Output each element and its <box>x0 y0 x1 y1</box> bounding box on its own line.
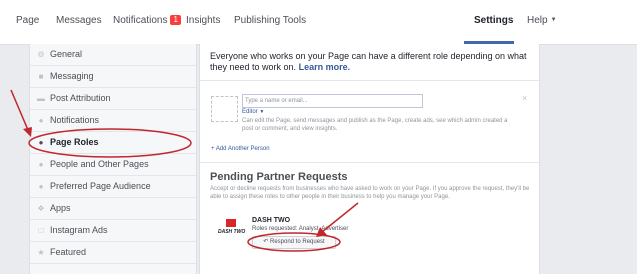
nav-publishing-tools[interactable]: Publishing Tools <box>234 15 306 26</box>
sidebar-item-label: Preferred Page Audience <box>50 181 151 191</box>
sidebar-item-notifications[interactable]: ● Notifications <box>30 110 196 132</box>
nav-help[interactable]: Help ▼ <box>527 15 557 26</box>
nav-settings-label: Settings <box>474 15 514 26</box>
apps-icon: ❖ <box>37 204 45 213</box>
nav-settings[interactable]: Settings <box>464 0 514 44</box>
sidebar-item-messaging[interactable]: ■ Messaging <box>30 66 196 88</box>
page-roles-panel: Everyone who works on your Page can have… <box>199 44 540 274</box>
people-icon: ● <box>38 160 44 169</box>
nav-messages[interactable]: Messages <box>56 15 102 26</box>
sidebar-item-label: General <box>50 49 83 59</box>
sidebar-item-page-roles[interactable]: ● Page Roles <box>30 132 196 154</box>
flag-icon: ▬ <box>37 94 45 103</box>
close-icon[interactable]: × <box>522 93 527 103</box>
sidebar-item-label: Featured <box>50 247 87 257</box>
caret-down-icon: ▼ <box>550 17 557 23</box>
divider <box>200 162 539 163</box>
page-roles-intro: Everyone who works on your Page can have… <box>210 51 535 73</box>
notification-count-badge: 1 <box>170 15 181 25</box>
sidebar-item-apps[interactable]: ❖ Apps <box>30 198 196 220</box>
star-icon: ★ <box>37 248 45 257</box>
sidebar-item-preferred-page-audience[interactable]: ● Preferred Page Audience <box>30 176 196 198</box>
sidebar-item-label: Apps <box>50 203 71 213</box>
caret-down-icon: ▼ <box>259 109 265 115</box>
nav-notifications[interactable]: Notifications 1 <box>113 15 181 26</box>
partner-name[interactable]: DASH TWO <box>252 217 290 224</box>
respond-button-label: Respond to Request <box>270 239 325 245</box>
add-another-person-link[interactable]: + Add Another Person <box>211 146 270 152</box>
nav-help-label: Help <box>527 15 548 26</box>
sidebar-item-label: Post Attribution <box>50 93 111 103</box>
sidebar-item-featured[interactable]: ★ Featured <box>30 242 196 264</box>
role-description: Can edit the Page, send messages and pub… <box>242 118 508 132</box>
people-icon: ● <box>38 182 44 191</box>
sidebar-item-instagram-ads[interactable]: □ Instagram Ads <box>30 220 196 242</box>
annotation-arrow-line <box>10 89 29 131</box>
settings-sidebar: ⚙ General ■ Messaging ▬ Post Attribution ● N… <box>29 44 197 274</box>
nav-insights[interactable]: Insights <box>186 15 220 26</box>
play-logo-icon <box>226 219 236 227</box>
person-icon: ● <box>38 138 44 147</box>
intro-text: Everyone who works on your Page can have… <box>210 51 527 72</box>
role-dropdown-label: Editor <box>242 109 258 115</box>
page-top-navigation: Page Messages Notifications 1 Insights Pu… <box>0 0 637 45</box>
partner-roles-requested: Roles requested: Analyst, Advertiser <box>252 226 349 232</box>
nav-notifications-label: Notifications <box>113 15 168 26</box>
reply-arrow-icon: ↶ <box>263 239 269 245</box>
name-or-email-input[interactable]: Type a name or email... <box>242 94 423 108</box>
globe-icon: ● <box>38 116 44 125</box>
sidebar-item-people-and-other-pages[interactable]: ● People and Other Pages <box>30 154 196 176</box>
sidebar-item-label: Notifications <box>50 115 100 125</box>
partner-logo-text: DASH TWO <box>218 229 246 235</box>
gear-icon: ⚙ <box>37 50 45 59</box>
sidebar-item-general[interactable]: ⚙ General <box>30 44 196 66</box>
sidebar-item-label: People and Other Pages <box>50 159 149 169</box>
pending-partner-requests-heading: Pending Partner Requests <box>210 171 348 183</box>
learn-more-link[interactable]: Learn more. <box>299 62 351 72</box>
nav-page[interactable]: Page <box>16 15 39 26</box>
respond-to-request-button[interactable]: ↶ Respond to Request <box>252 236 336 249</box>
sidebar-item-label: Instagram Ads <box>50 225 108 235</box>
pending-partner-requests-description: Accept or decline requests from business… <box>210 186 530 200</box>
sidebar-item-label: Messaging <box>50 71 94 81</box>
divider <box>200 80 539 81</box>
avatar-placeholder <box>211 96 238 122</box>
instagram-icon: □ <box>38 226 44 235</box>
sidebar-item-post-attribution[interactable]: ▬ Post Attribution <box>30 88 196 110</box>
role-dropdown[interactable]: Editor ▼ <box>242 109 264 115</box>
partner-logo: DASH TWO <box>218 219 246 239</box>
sidebar-item-label: Page Roles <box>50 137 99 147</box>
speech-bubble-icon: ■ <box>38 72 44 81</box>
